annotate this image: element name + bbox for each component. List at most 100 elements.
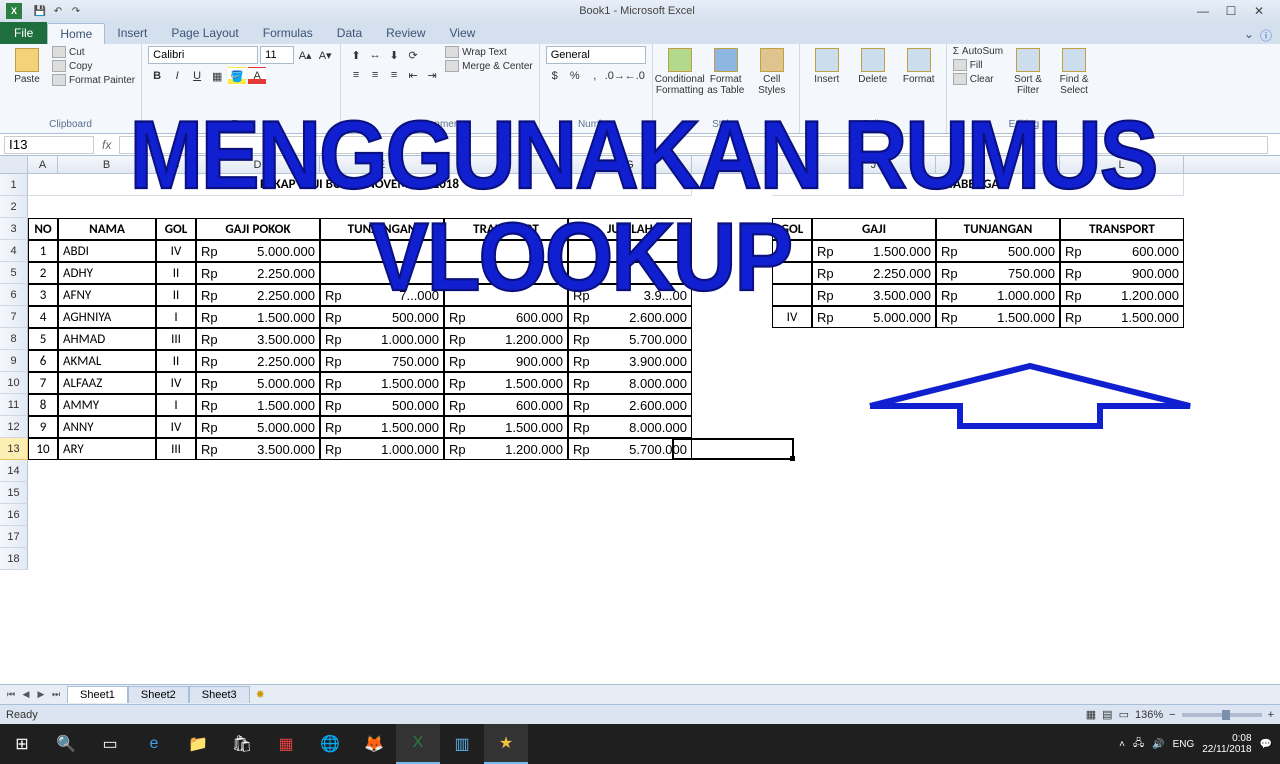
sheet-nav-next-icon[interactable]: ▶ [34,689,48,700]
cell[interactable]: II [156,262,196,284]
tab-insert[interactable]: Insert [105,23,159,44]
sheet-nav-prev-icon[interactable]: ◀ [19,689,33,700]
row-header[interactable]: 1 [0,174,28,196]
help-icon[interactable]: ⓘ [1260,27,1272,44]
row-header[interactable]: 14 [0,460,28,482]
task-view-icon[interactable]: ▭ [88,724,132,764]
cell[interactable] [444,262,568,284]
app-star-icon[interactable]: ★ [484,724,528,764]
save-icon[interactable]: 💾 [32,3,48,19]
cell[interactable]: Rp500.000 [320,306,444,328]
cell[interactable]: Rp1.500.000 [444,372,568,394]
decrease-decimal-icon[interactable]: ←.0 [626,67,644,85]
cell[interactable] [772,262,812,284]
col-header[interactable]: H [692,156,772,173]
cell[interactable]: Rp8.000.000 [568,372,692,394]
fx-icon[interactable]: fx [94,138,119,152]
row-header[interactable]: 5 [0,262,28,284]
cell[interactable]: 4 [28,306,58,328]
cell[interactable]: Rp2.250.000 [812,262,936,284]
fill-color-button[interactable]: 🪣 [228,67,246,85]
cell[interactable]: ANNY [58,416,156,438]
tray-chevron-icon[interactable]: ˄ [1119,739,1125,750]
cell[interactable]: AFNY [58,284,156,306]
formula-input[interactable] [119,136,1268,154]
sheet-nav-first-icon[interactable]: ⏮ [4,689,18,700]
cell[interactable]: NO [28,218,58,240]
col-header[interactable]: F [444,156,568,173]
row-header[interactable]: 15 [0,482,28,504]
percent-icon[interactable]: % [566,67,584,85]
file-tab[interactable]: File [0,22,47,44]
indent-inc-icon[interactable]: ⇥ [423,66,441,84]
cell[interactable]: 8 [28,394,58,416]
cell[interactable]: 3 [28,284,58,306]
search-icon[interactable]: 🔍 [44,724,88,764]
cell[interactable]: GAJI POKOK [196,218,320,240]
autosum-button[interactable]: Σ AutoSum [953,46,1003,57]
cell[interactable]: REKAP GAJI BULAN NOVEMBER 2018 [28,174,692,196]
cell[interactable]: TABEL GAJI [772,174,1184,196]
tab-page-layout[interactable]: Page Layout [159,23,250,44]
minimize-ribbon-icon[interactable]: ⌄ [1244,27,1254,44]
bold-button[interactable]: B [148,67,166,85]
cell[interactable]: Rp1.000.000 [936,284,1060,306]
font-color-button[interactable]: A [248,67,266,85]
store-icon[interactable]: 🛍 [220,724,264,764]
cell[interactable]: Rp5.000.000 [196,372,320,394]
currency-icon[interactable]: $ [546,67,564,85]
firefox-icon[interactable]: 🦊 [352,724,396,764]
chrome-icon[interactable]: 🌐 [308,724,352,764]
fill-button[interactable]: Fill [953,59,1003,71]
cell[interactable] [772,240,812,262]
sheet-tab[interactable]: Sheet1 [67,686,128,703]
align-left-icon[interactable]: ≡ [347,66,365,84]
cell[interactable]: Rp8.000.000 [568,416,692,438]
border-button[interactable]: ▦ [208,67,226,85]
cell[interactable]: Rp1.500.000 [320,416,444,438]
align-top-icon[interactable]: ⬆ [347,46,365,64]
select-all-corner[interactable] [0,156,28,173]
cell[interactable]: Rp900.000 [1060,262,1184,284]
redo-icon[interactable]: ↷ [68,3,84,19]
tab-data[interactable]: Data [325,23,374,44]
zoom-slider[interactable] [1182,713,1262,717]
tray-volume-icon[interactable]: 🔊 [1152,739,1164,750]
new-sheet-icon[interactable]: ✸ [250,688,271,701]
sort-filter-button[interactable]: Sort & Filter [1007,46,1049,96]
cell[interactable]: TUNJANGAN [320,218,444,240]
orientation-icon[interactable]: ⟳ [404,46,422,64]
row-header[interactable]: 16 [0,504,28,526]
cell[interactable]: 7 [28,372,58,394]
cell[interactable]: Rp750.000 [320,350,444,372]
cell[interactable]: GAJI [812,218,936,240]
view-layout-icon[interactable]: ▤ [1102,708,1112,721]
maximize-button[interactable]: ☐ [1218,4,1244,18]
cell[interactable]: ARY [58,438,156,460]
cell[interactable] [444,240,568,262]
cell[interactable]: TRANSPORT [1060,218,1184,240]
cut-button[interactable]: Cut [52,46,135,58]
col-header[interactable]: B [58,156,156,173]
view-pagebreak-icon[interactable]: ▭ [1119,708,1129,721]
cell[interactable]: ALFAAZ [58,372,156,394]
cell[interactable]: GOL [156,218,196,240]
cell[interactable]: Rp1.500.000 [196,306,320,328]
col-header[interactable]: K [936,156,1060,173]
cell[interactable]: IV [772,306,812,328]
cell[interactable]: AGHNIYA [58,306,156,328]
cell[interactable]: IV [156,240,196,262]
delete-cells-button[interactable]: Delete [852,46,894,85]
undo-icon[interactable]: ↶ [50,3,66,19]
cell[interactable]: Rp5.700.000 [568,328,692,350]
sheet-tab[interactable]: Sheet2 [128,686,189,703]
cell[interactable]: Rp500.000 [320,394,444,416]
copy-button[interactable]: Copy [52,60,135,72]
indent-dec-icon[interactable]: ⇤ [404,66,422,84]
cell[interactable]: III [156,438,196,460]
cell[interactable] [568,240,692,262]
col-header[interactable]: G [568,156,692,173]
align-middle-icon[interactable]: ↔ [366,46,384,64]
tab-home[interactable]: Home [47,23,105,44]
increase-font-icon[interactable]: A▴ [296,46,314,64]
